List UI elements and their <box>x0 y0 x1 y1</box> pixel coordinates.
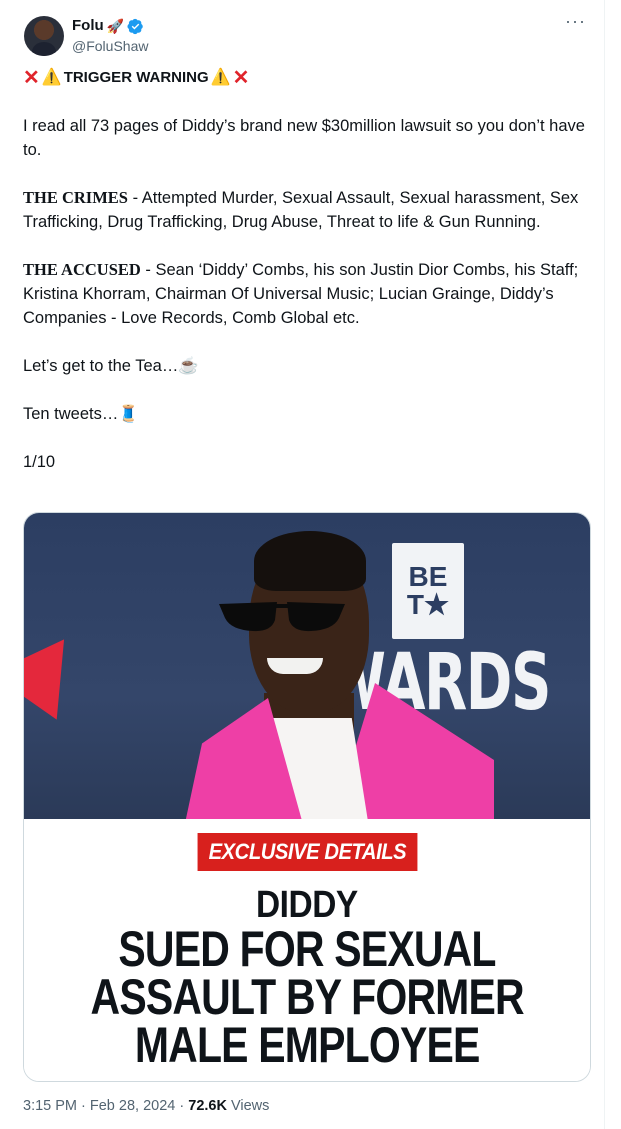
thread-line: Ten tweets…🧵 <box>23 402 588 426</box>
separator: · <box>77 1098 90 1114</box>
views-label: Views <box>230 1098 270 1114</box>
red-x-icon: ✕ <box>232 67 250 89</box>
views-count[interactable]: 72.6K <box>188 1098 227 1114</box>
person-hair <box>254 531 366 591</box>
display-name[interactable]: Folu <box>72 17 104 35</box>
thread-spool-icon: 🧵 <box>118 405 139 423</box>
name-row: Folu 🚀 <box>72 17 148 35</box>
tea-text: Let’s get to the Tea… <box>23 357 179 375</box>
headline-line: SUED FOR SEXUAL <box>118 921 496 977</box>
headline-line: ASSAULT BY FORMER <box>90 969 524 1025</box>
tweet-text: ✕ ⚠️ TRIGGER WARNING ⚠️ ✕ I read all 73 … <box>23 66 588 498</box>
tweet-date[interactable]: Feb 28, 2024 <box>90 1098 175 1114</box>
tweet-header: Folu 🚀 @FoluShaw <box>24 16 148 56</box>
red-backdrop-shape <box>24 616 97 720</box>
more-options-icon[interactable]: ··· <box>565 12 586 30</box>
headline-area: EXCLUSIVE DETAILS DIDDY SUED FOR SEXUAL … <box>24 819 590 1081</box>
accused-paragraph: THE ACCUSED - Sean ‘Diddy’ Combs, his so… <box>23 258 588 330</box>
trigger-warning-text: TRIGGER WARNING <box>63 69 209 86</box>
tea-cup-icon: ☕ <box>178 357 199 375</box>
media-photo: BE T★ WARDS <box>24 513 590 819</box>
tweet-card: Folu 🚀 @FoluShaw ··· ✕ ⚠️ TRIGGER WARNIN… <box>0 0 605 1129</box>
rocket-icon: 🚀 <box>106 18 125 34</box>
headline-line: MALE EMPLOYEE <box>134 1017 481 1073</box>
tea-line: Let’s get to the Tea…☕ <box>23 354 588 378</box>
handle[interactable]: @FoluShaw <box>72 37 148 55</box>
avatar[interactable] <box>24 16 64 56</box>
headline-line: DIDDY <box>256 884 358 926</box>
bet-logo-line: T★ <box>406 589 450 620</box>
person-smile <box>267 658 323 674</box>
tweet-time[interactable]: 3:15 PM <box>23 1098 77 1114</box>
warning-icon: ⚠️ <box>210 69 231 86</box>
trigger-warning-line: ✕ ⚠️ TRIGGER WARNING ⚠️ ✕ <box>23 66 588 90</box>
crimes-paragraph: THE CRIMES - Attempted Murder, Sexual As… <box>23 186 588 234</box>
intro-paragraph: I read all 73 pages of Diddy’s brand new… <box>23 117 585 159</box>
author-names: Folu 🚀 @FoluShaw <box>72 17 148 55</box>
thread-counter: 1/10 <box>23 453 56 471</box>
tweet-media-image[interactable]: BE T★ WARDS EXCLUSIVE DETAILS DIDDY SUED… <box>23 512 591 1082</box>
bet-logo: BE T★ <box>392 543 464 639</box>
bet-logo-line: BE <box>408 561 448 592</box>
accused-label: THE ACCUSED <box>23 260 141 279</box>
thread-text: Ten tweets… <box>23 405 119 423</box>
exclusive-details-banner: EXCLUSIVE DETAILS <box>197 833 417 871</box>
crimes-label: THE CRIMES <box>23 188 128 207</box>
verified-badge-icon[interactable] <box>127 18 144 35</box>
tweet-timestamp: 3:15 PM · Feb 28, 2024 · 72.6K Views <box>23 1098 269 1114</box>
separator: · <box>175 1098 189 1114</box>
sunglasses-icon <box>219 602 345 632</box>
red-x-icon: ✕ <box>23 67 40 89</box>
warning-icon: ⚠️ <box>41 69 62 86</box>
